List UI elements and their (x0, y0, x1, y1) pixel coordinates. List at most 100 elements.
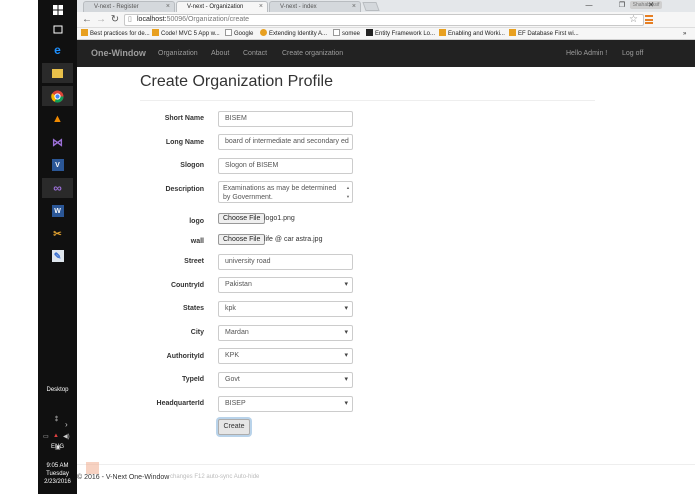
tab-register[interactable]: V-next - Register × (83, 1, 175, 12)
vs2015-taskbar-button[interactable]: ∞ (42, 178, 73, 198)
url-host: localhost: (137, 16, 167, 23)
bookmarks-overflow-icon[interactable]: » (683, 29, 686, 39)
bookmark-item[interactable]: Extending Identity A... (260, 29, 327, 39)
windows-logo-icon (52, 5, 63, 15)
wall-label: wall (190, 238, 204, 245)
page-icon (225, 29, 232, 36)
visual-studio-2015-icon: ∞ (53, 181, 62, 195)
bookmark-label: Best practices for de... (90, 31, 150, 37)
user-greeting[interactable]: Hello Admin ! (566, 40, 607, 67)
clock-day: Tuesday (46, 471, 69, 477)
nav-about[interactable]: About (211, 40, 229, 67)
browserlink-toolbar[interactable]: changes F12 auto-sync Auto-hide (170, 474, 259, 480)
battery-icon[interactable]: ▭ (43, 433, 49, 440)
authority-label: AuthorityId (166, 353, 204, 360)
country-selected-value: Pakistan (225, 281, 252, 288)
vlc-taskbar-button[interactable]: ▲ (42, 109, 73, 129)
tab-label: V-next - Register (94, 4, 139, 10)
vs-project-taskbar-button[interactable]: V (42, 155, 73, 175)
network-icon[interactable]: ▲ (53, 433, 59, 439)
chrome-icon (51, 90, 64, 103)
minimize-button[interactable]: — (578, 0, 600, 11)
tab-organization[interactable]: V-next - Organization × (176, 1, 268, 12)
logo-choose-file-button[interactable]: Choose File (218, 213, 266, 224)
bookmark-label: Extending Identity A... (269, 31, 328, 37)
start-button[interactable] (42, 0, 73, 20)
tab-index[interactable]: V-next - index × (269, 1, 361, 12)
bookmark-item[interactable]: Best practices for de... (81, 29, 150, 39)
paint-icon: ✎ (51, 250, 64, 262)
reload-icon[interactable]: ↻ (109, 14, 121, 26)
new-tab-button[interactable] (362, 2, 380, 11)
bookmark-label: Google (234, 31, 254, 37)
bookmark-star-icon[interactable]: ☆ (629, 14, 638, 25)
chevron-right-icon[interactable]: › (65, 420, 68, 429)
nav-create-organization[interactable]: Create organization (282, 40, 343, 67)
bookmark-item[interactable]: Enabling and Worki... (439, 29, 505, 39)
page-icon: ▯ (128, 16, 132, 23)
bookmark-item[interactable]: somee (333, 29, 360, 39)
edge-icon: e (54, 43, 61, 57)
tools-taskbar-button[interactable]: ✂ (42, 224, 73, 244)
close-window-button[interactable]: ✕ (640, 0, 662, 11)
task-view-button[interactable] (42, 19, 73, 39)
desktop-label[interactable]: Desktop (38, 386, 77, 394)
street-input[interactable]: university road (218, 254, 353, 270)
close-tab-icon[interactable]: × (352, 2, 356, 12)
country-select[interactable]: Pakistan (218, 277, 353, 293)
tab-label: V-next - Organization (187, 4, 244, 10)
maximize-button[interactable]: ❐ (611, 0, 633, 11)
street-label: Street (184, 258, 204, 265)
create-button[interactable]: Create (218, 419, 250, 435)
footer-divider (77, 464, 695, 465)
vs-file-icon: V (51, 159, 64, 171)
wall-choose-file-button[interactable]: Choose File (218, 234, 266, 245)
bookmark-item[interactable]: EF Database First wi... (509, 29, 579, 39)
textarea-scrollbar[interactable]: ▲ ▼ (345, 183, 351, 201)
states-select[interactable]: kpk (218, 301, 353, 317)
type-select[interactable]: Govt (218, 372, 353, 388)
edge-taskbar-button[interactable]: e (42, 40, 73, 60)
states-selected-value: kpk (225, 305, 236, 312)
word-taskbar-button[interactable]: W (42, 201, 73, 221)
description-textarea[interactable]: Examinations as may be determined by Gov… (218, 181, 353, 203)
address-bar[interactable]: ▯ localhost:50096/Organization/create (124, 14, 644, 26)
city-label: City (190, 329, 204, 336)
explorer-taskbar-button[interactable] (42, 63, 73, 83)
logoff-link[interactable]: Log off (622, 40, 643, 67)
close-tab-icon[interactable]: × (166, 2, 170, 12)
bookmark-favicon-icon (152, 29, 159, 36)
nav-contact[interactable]: Contact (243, 40, 267, 67)
bookmark-label: EF Database First wi... (518, 31, 579, 37)
volume-icon[interactable]: ◀) (63, 433, 70, 440)
headquarter-select[interactable]: BISEP (218, 396, 353, 412)
bookmark-item[interactable]: Entity Framework Lo... (366, 29, 435, 39)
show-desktop-icon[interactable]: ⁑ (55, 416, 58, 423)
forward-icon[interactable]: → (95, 14, 107, 26)
language-indicator[interactable]: ENG (38, 443, 77, 451)
clock-time[interactable]: 9:05 AM (38, 462, 77, 470)
brand-link[interactable]: One-Window (91, 40, 146, 67)
headquarter-label: HeadquarterId (156, 400, 204, 407)
nav-organization[interactable]: Organization (158, 40, 198, 67)
back-icon[interactable]: ← (81, 14, 93, 26)
short-name-input[interactable]: BISEM (218, 111, 353, 127)
chrome-menu-icon[interactable] (645, 15, 653, 24)
bookmark-favicon-icon (509, 29, 516, 36)
paint-taskbar-button[interactable]: ✎ (42, 246, 73, 266)
close-tab-icon[interactable]: × (259, 2, 263, 12)
authority-select[interactable]: KPK (218, 348, 353, 364)
states-label: States (182, 305, 204, 312)
screen: e ▲ ⋈ V ∞ W ✂ ✎ Desktop ⁑ › ▭ ▲ ◀) ▣ ENG… (0, 0, 695, 494)
bookmark-item[interactable]: Google (225, 29, 253, 39)
app-navbar: One-Window Organization About Contact Cr… (77, 40, 695, 67)
city-select[interactable]: Mardan (218, 325, 353, 341)
slogan-input[interactable]: Slogon of BISEM (218, 158, 353, 174)
folder-icon (52, 68, 63, 78)
type-label: TypeId (181, 376, 204, 383)
browser-tab-strip: V-next - Register × V-next - Organization… (77, 0, 695, 12)
vs-taskbar-button[interactable]: ⋈ (42, 132, 73, 152)
bookmark-item[interactable]: Code! MVC 5 App w... (152, 29, 220, 39)
long-name-input[interactable]: board of intermediate and secondary ed (218, 134, 353, 150)
chrome-taskbar-button[interactable] (42, 86, 73, 106)
